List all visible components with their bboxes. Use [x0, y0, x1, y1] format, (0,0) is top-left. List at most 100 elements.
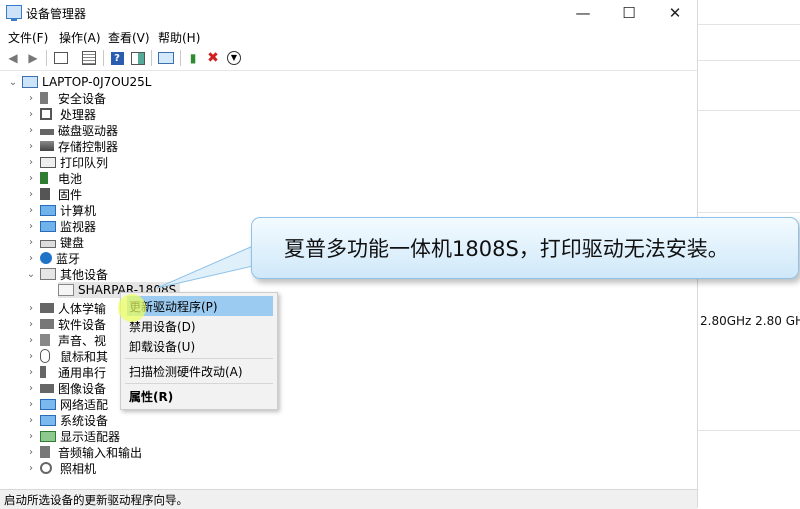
tree-item-processor[interactable]: › 处理器	[26, 106, 96, 122]
expand-chevron-icon[interactable]: ›	[26, 93, 36, 104]
expand-chevron-icon[interactable]: ›	[26, 415, 36, 426]
bluetooth-icon	[40, 252, 52, 264]
menu-file[interactable]: 文件(F)	[8, 29, 48, 46]
software-device-icon	[40, 319, 54, 329]
scan-hardware-menu-item[interactable]: 扫描检测硬件改动(A)	[127, 361, 273, 381]
uninstall-device-menu-item[interactable]: 卸载设备(U)	[127, 336, 273, 356]
toolbar-separator	[180, 50, 181, 66]
toolbar-separator	[46, 50, 47, 66]
title-bar: 设备管理器 — ☐ ✕	[0, 0, 697, 26]
tree-item-label: 鼠标和其	[60, 349, 109, 364]
tree-item-camera[interactable]: › 照相机	[26, 460, 96, 476]
list-view-icon[interactable]	[80, 49, 98, 67]
minimize-button[interactable]: —	[560, 0, 606, 26]
tree-item-label: 其他设备	[60, 267, 109, 282]
tree-item-mouse[interactable]: › 鼠标和其	[26, 348, 108, 364]
expand-chevron-icon[interactable]: ›	[26, 157, 36, 168]
audio-icon	[40, 446, 50, 458]
collapse-chevron-icon[interactable]: ⌄	[8, 77, 18, 88]
show-hidden-icon[interactable]	[129, 49, 147, 67]
firmware-icon	[40, 188, 50, 200]
cursor-highlight	[118, 294, 146, 322]
tree-item-other-devices[interactable]: ⌄ 其他设备	[26, 266, 108, 282]
menu-item-label: 扫描检测硬件改动(A)	[129, 364, 243, 379]
tree-item-monitor[interactable]: › 监视器	[26, 218, 96, 234]
expand-chevron-icon[interactable]: ›	[26, 303, 36, 314]
update-driver-menu-item[interactable]: 更新驱动程序(P)	[127, 296, 273, 316]
expand-chevron-icon[interactable]: ›	[26, 189, 36, 200]
menu-action[interactable]: 操作(A)	[59, 29, 101, 46]
tree-item-label: 存储控制器	[58, 139, 119, 154]
usb-icon	[40, 366, 46, 378]
back-icon[interactable]: ◀	[4, 49, 22, 67]
tree-item-hid[interactable]: › 人体学输	[26, 300, 106, 316]
expand-chevron-icon[interactable]: ›	[26, 141, 36, 152]
monitor-scan-icon[interactable]	[157, 49, 175, 67]
mouse-icon	[40, 349, 50, 363]
tree-item-computer[interactable]: › 计算机	[26, 202, 96, 218]
expand-chevron-icon[interactable]: ›	[26, 319, 36, 330]
maximize-button[interactable]: ☐	[606, 0, 652, 26]
menu-help[interactable]: 帮助(H)	[158, 29, 200, 46]
tree-item-battery[interactable]: › 电池	[26, 170, 82, 186]
forward-icon[interactable]: ▶	[24, 49, 42, 67]
collapse-chevron-icon[interactable]: ⌄	[26, 269, 36, 280]
expand-chevron-icon[interactable]: ›	[26, 463, 36, 474]
tree-item-usb[interactable]: › 通用串行	[26, 364, 106, 380]
tree-item-label: 照相机	[60, 461, 97, 476]
network-adapter-icon	[40, 398, 56, 410]
expand-chevron-icon[interactable]: ›	[26, 221, 36, 232]
tree-item-label: 磁盘驱动器	[58, 123, 119, 138]
tree-item-imaging[interactable]: › 图像设备	[26, 380, 106, 396]
tree-item-network[interactable]: › 网络适配	[26, 396, 108, 412]
tree-item-software[interactable]: › 软件设备	[26, 316, 106, 332]
tree-item-firmware[interactable]: › 固件	[26, 186, 82, 202]
expand-chevron-icon[interactable]: ›	[26, 109, 36, 120]
expand-chevron-icon[interactable]: ›	[26, 383, 36, 394]
properties-window-icon[interactable]	[52, 49, 70, 67]
tree-item-storage[interactable]: › 存储控制器	[26, 138, 118, 154]
help-icon[interactable]: ?	[108, 49, 126, 67]
divider	[698, 24, 800, 25]
uninstall-icon[interactable]: ✖	[204, 49, 222, 67]
tree-item-security[interactable]: › 安全设备	[26, 90, 106, 106]
toolbar-separator	[151, 50, 152, 66]
tree-item-label: 计算机	[60, 203, 97, 218]
printer-icon	[40, 156, 56, 168]
expand-chevron-icon[interactable]: ›	[26, 205, 36, 216]
tree-item-label: 打印队列	[60, 155, 109, 170]
security-device-icon	[40, 92, 48, 104]
close-button[interactable]: ✕	[652, 0, 698, 26]
unknown-device-icon	[40, 268, 56, 280]
tree-item-print-queue[interactable]: › 打印队列	[26, 154, 108, 170]
expand-chevron-icon[interactable]: ›	[26, 447, 36, 458]
tree-item-bluetooth[interactable]: › 蓝牙	[26, 250, 80, 266]
expand-chevron-icon[interactable]: ›	[26, 173, 36, 184]
expand-chevron-icon[interactable]: ›	[26, 399, 36, 410]
expand-chevron-icon[interactable]: ›	[26, 335, 36, 346]
expand-chevron-icon[interactable]: ›	[26, 125, 36, 136]
status-text: 启动所选设备的更新驱动程序向导。	[4, 493, 188, 507]
tree-item-display-adapter[interactable]: › 显示适配器	[26, 428, 120, 444]
hid-icon	[40, 303, 54, 313]
tree-root[interactable]: ⌄ LAPTOP-0J7OU25L	[8, 74, 152, 90]
properties-menu-item[interactable]: 属性(R)	[127, 386, 273, 406]
tree-item-sound[interactable]: › 声音、视	[26, 332, 106, 348]
download-driver-icon[interactable]: ▼	[225, 49, 243, 67]
tree-item-keyboard[interactable]: › 键盘	[26, 234, 84, 250]
tree-item-label: 人体学输	[58, 301, 107, 316]
tree-item-label: 处理器	[60, 107, 97, 122]
disable-device-menu-item[interactable]: 禁用设备(D)	[127, 316, 273, 336]
expand-chevron-icon[interactable]: ›	[26, 237, 36, 248]
expand-chevron-icon[interactable]: ›	[26, 253, 36, 264]
display-adapter-icon	[40, 430, 56, 442]
tree-item-system[interactable]: › 系统设备	[26, 412, 108, 428]
tree-item-audio-io[interactable]: › 音频输入和输出	[26, 444, 142, 460]
tree-item-disk[interactable]: › 磁盘驱动器	[26, 122, 118, 138]
expand-chevron-icon[interactable]: ›	[26, 367, 36, 378]
expand-chevron-icon[interactable]: ›	[26, 351, 36, 362]
tree-item-label: 声音、视	[58, 333, 107, 348]
add-driver-icon[interactable]: ▮	[184, 49, 202, 67]
menu-view[interactable]: 查看(V)	[108, 29, 150, 46]
expand-chevron-icon[interactable]: ›	[26, 431, 36, 442]
